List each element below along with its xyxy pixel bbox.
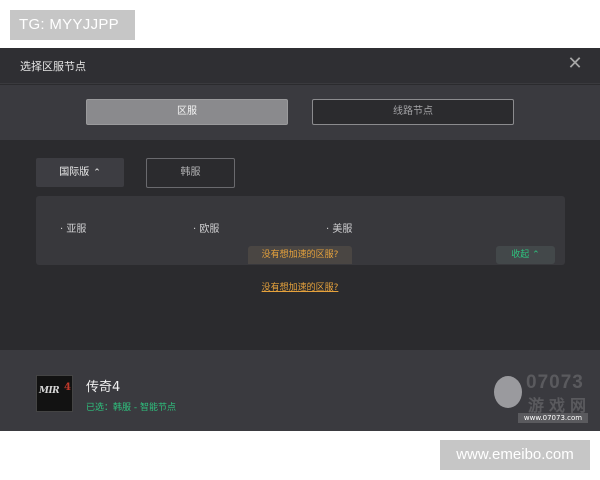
korea-server-button[interactable]: 韩服	[146, 158, 235, 188]
tab-bar: 区服 线路节点	[0, 85, 600, 140]
region-america[interactable]: · 美服	[326, 220, 352, 235]
region-asia[interactable]: · 亚服	[60, 220, 86, 235]
dialog-titlebar: 选择区服节点 ✕	[0, 48, 600, 84]
watermark-url: www.07073.com	[518, 413, 588, 423]
missing-server-tip-chip[interactable]: 没有想加速的区服?	[248, 246, 352, 264]
mascot-icon	[494, 376, 522, 408]
region-panel: · 亚服 · 欧服 · 美服 没有想加速的区服? 收起 ⌃	[36, 196, 565, 265]
site-watermark-logo: 07073 游戏网 www.07073.com	[492, 372, 592, 424]
dialog-title: 选择区服节点	[20, 60, 86, 73]
chevron-up-icon: ⌃	[93, 168, 101, 178]
international-version-button[interactable]: 国际版 ⌃	[36, 158, 124, 187]
game-logo-number: 4	[64, 382, 71, 393]
close-icon[interactable]: ✕	[566, 55, 584, 73]
region-europe[interactable]: · 欧服	[193, 220, 219, 235]
selected-server-status: 已选：韩服 - 智能节点	[86, 403, 176, 413]
game-logo-icon: MIR 4	[36, 375, 73, 412]
game-logo-text: MIR	[39, 386, 60, 396]
watermark-number: 07073	[526, 372, 584, 393]
tab-route-node[interactable]: 线路节点	[312, 99, 514, 125]
game-name: 传奇4	[86, 380, 121, 395]
server-content: 国际版 ⌃ 韩服 · 亚服 · 欧服 · 美服 没有想加速的区服? 收起 ⌃ 没有…	[0, 140, 600, 350]
site-url-badge: www.emeibo.com	[440, 440, 590, 470]
tg-watermark-badge: TG: MYYJJPP	[10, 10, 135, 40]
tab-server[interactable]: 区服	[86, 99, 288, 125]
collapse-button[interactable]: 收起 ⌃	[496, 246, 555, 264]
missing-server-link[interactable]: 没有想加速的区服?	[0, 280, 600, 293]
international-version-label: 国际版	[59, 167, 90, 178]
